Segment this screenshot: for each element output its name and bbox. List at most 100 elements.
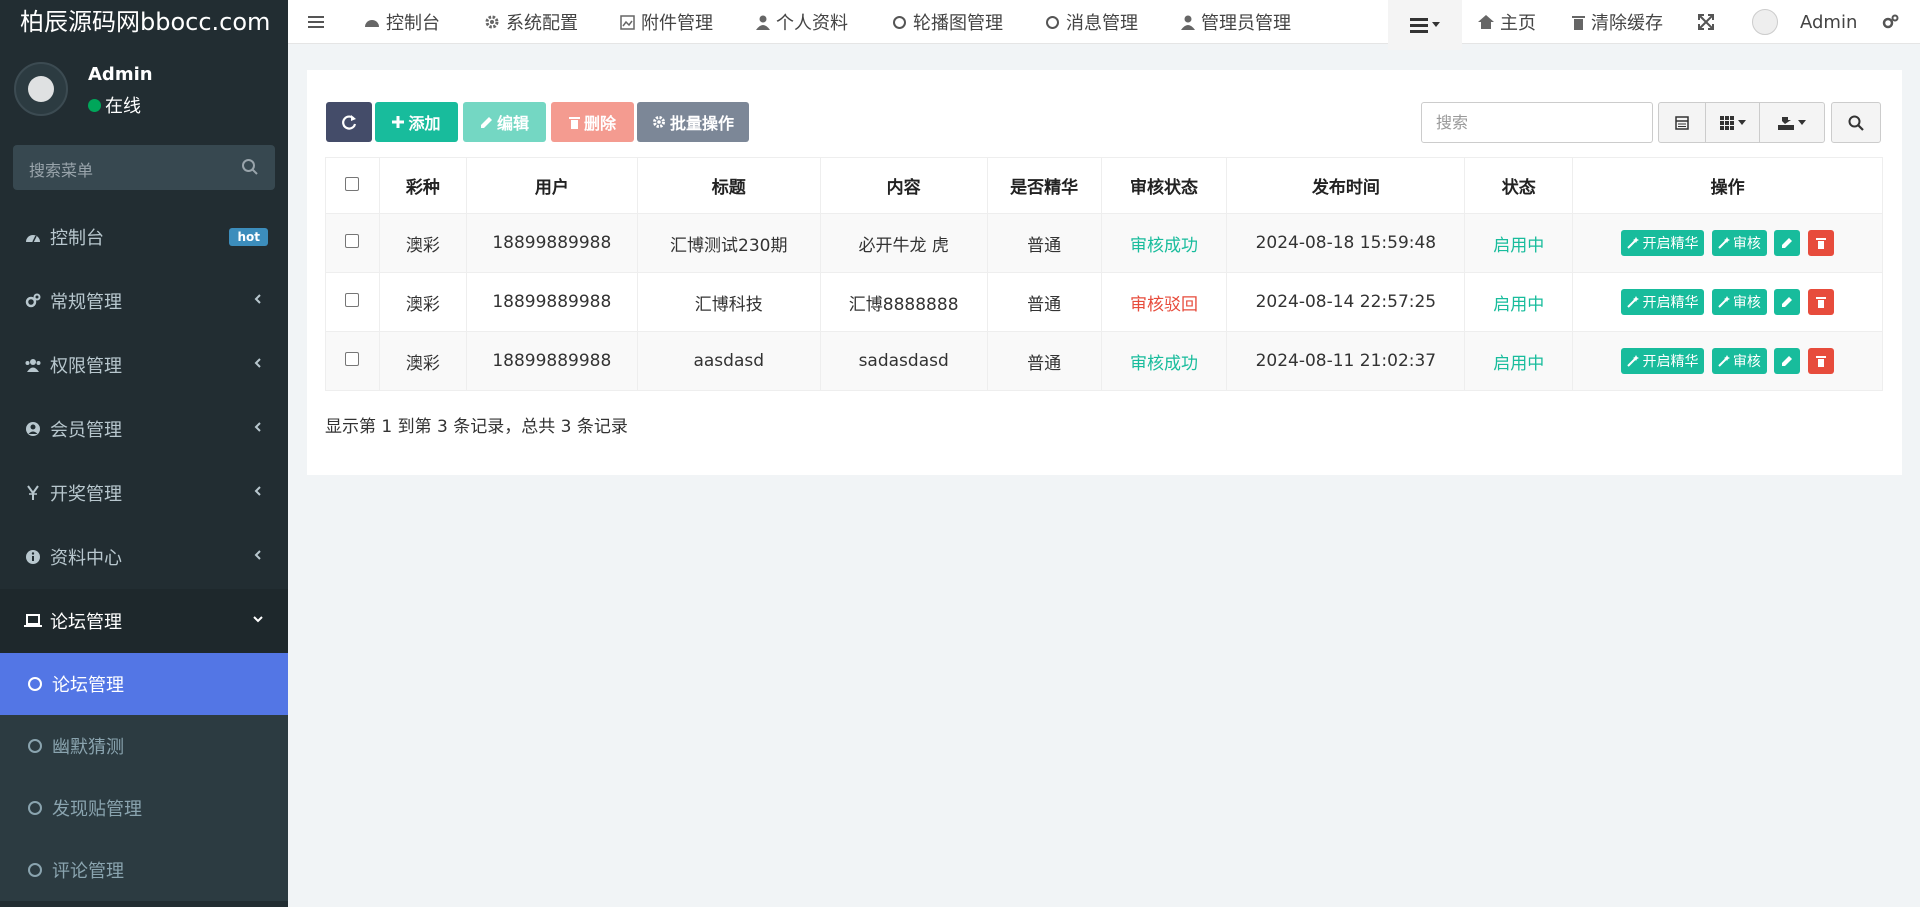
sidebar-item-permissions[interactable]: 权限管理 xyxy=(0,333,288,397)
laptop-icon xyxy=(22,611,44,631)
sidebar-item-label: 控制台 xyxy=(50,228,104,249)
tab-carousel[interactable]: 轮播图管理 xyxy=(892,0,1003,44)
trash-icon xyxy=(1815,297,1826,308)
search-icon[interactable] xyxy=(241,158,259,176)
sidebar-subitem-forum-manage[interactable]: 论坛管理 xyxy=(0,653,288,715)
gear-icon xyxy=(652,116,665,128)
row-checkbox[interactable] xyxy=(345,352,360,366)
row-delete-button[interactable] xyxy=(1807,289,1834,315)
table-row[interactable]: 澳彩 18899889988 汇博科技 汇博8888888 普通 审核驳回 20… xyxy=(325,272,1883,332)
toggle-view-button[interactable] xyxy=(1658,102,1706,143)
column-header[interactable]: 用户 xyxy=(466,157,638,214)
enable-essence-label: 开启精华 xyxy=(1642,295,1699,311)
bars-icon[interactable] xyxy=(308,15,324,29)
row-delete-button[interactable] xyxy=(1807,230,1834,256)
row-edit-button[interactable] xyxy=(1774,348,1801,374)
select-all-checkbox[interactable] xyxy=(345,176,360,191)
row-edit-button[interactable] xyxy=(1774,230,1801,256)
admin-user-menu[interactable]: Admin xyxy=(1752,0,1857,44)
circle-icon xyxy=(893,15,906,29)
edit-button[interactable]: 编辑 xyxy=(463,102,546,142)
review-button[interactable]: 审核 xyxy=(1711,230,1767,256)
sidebar-item-general[interactable]: 常规管理 xyxy=(0,269,288,333)
sidebar-subitem-label: 发现贴管理 xyxy=(52,799,142,820)
row-checkbox[interactable] xyxy=(345,234,360,248)
menu-search-placeholder: 搜索菜单 xyxy=(29,161,94,180)
review-button[interactable]: 审核 xyxy=(1711,289,1767,315)
table-search-input[interactable]: 搜索 xyxy=(1421,102,1653,143)
enable-essence-button[interactable]: 开启精华 xyxy=(1621,289,1705,315)
delete-button[interactable]: 删除 xyxy=(551,102,634,142)
tab-admins[interactable]: 管理员管理 xyxy=(1181,0,1291,44)
sidebar-item-label: 会员管理 xyxy=(50,420,122,441)
tab-dashboard[interactable]: 控制台 xyxy=(364,0,440,44)
refresh-icon xyxy=(342,115,357,130)
top-navbar: 控制台 系统配置 附件管理 个人资料 轮播图管理 消息管理 管理员管理 主页 清… xyxy=(288,0,1920,50)
tab-label: 附件管理 xyxy=(641,13,713,34)
table-row[interactable]: 澳彩 18899889988 aasdasd sadasdasd 普通 审核成功… xyxy=(325,331,1883,391)
clear-cache-button[interactable]: 清除缓存 xyxy=(1572,0,1663,44)
table-view-icon xyxy=(1675,115,1689,130)
sidebar-subitem-discover-posts[interactable]: 发现贴管理 xyxy=(0,777,288,839)
sidebar-item-dashboard[interactable]: 控制台 hot xyxy=(0,205,288,269)
column-header[interactable]: 状态 xyxy=(1464,157,1574,214)
cell-content: sadasdasd xyxy=(820,331,988,391)
sidebar-item-members[interactable]: 会员管理 xyxy=(0,397,288,461)
cell-user: 18899889988 xyxy=(466,213,638,273)
image-icon xyxy=(620,14,635,30)
column-header[interactable]: 是否精华 xyxy=(987,157,1102,214)
sidebar-item-label: 资料中心 xyxy=(50,548,122,569)
tab-profile[interactable]: 个人资料 xyxy=(756,0,848,44)
sidebar-subitem-comments[interactable]: 评论管理 xyxy=(0,839,288,901)
list-icon xyxy=(1410,17,1428,33)
table-row[interactable]: 澳彩 18899889988 汇博测试230期 必开牛龙 虎 普通 审核成功 2… xyxy=(325,213,1883,273)
review-label: 审核 xyxy=(1732,295,1761,311)
forum-table: 彩种 用户 标题 内容 是否精华 审核状态 发布时间 状态 操作 澳彩 1889… xyxy=(325,157,1883,391)
caret-down-icon xyxy=(1798,119,1806,125)
cell-status[interactable]: 启用中 xyxy=(1464,331,1574,391)
cell-user: 18899889988 xyxy=(466,331,638,391)
column-header[interactable]: 发布时间 xyxy=(1226,157,1466,214)
row-edit-button[interactable] xyxy=(1774,289,1801,315)
cell-status[interactable]: 启用中 xyxy=(1464,213,1574,273)
fullscreen-button[interactable] xyxy=(1698,0,1714,44)
enable-essence-button[interactable]: 开启精华 xyxy=(1621,348,1705,374)
search-button[interactable] xyxy=(1831,102,1881,143)
row-checkbox[interactable] xyxy=(345,293,360,307)
sidebar-item-info-center[interactable]: 资料中心 xyxy=(0,525,288,589)
columns-dropdown-button[interactable] xyxy=(1705,102,1760,143)
avatar xyxy=(14,62,68,116)
settings-button[interactable] xyxy=(1882,0,1900,44)
tab-attachments[interactable]: 附件管理 xyxy=(620,0,713,44)
column-header[interactable]: 内容 xyxy=(820,157,988,214)
cell-actions: 开启精华 审核 xyxy=(1573,273,1883,332)
sidebar-toggle[interactable] xyxy=(308,0,324,44)
batch-operation-button[interactable]: 批量操作 xyxy=(637,102,749,142)
column-header[interactable]: 操作 xyxy=(1573,158,1883,214)
export-dropdown-button[interactable] xyxy=(1759,102,1825,143)
sidebar-item-label: 常规管理 xyxy=(50,292,122,313)
brand-logo[interactable]: 柏辰源码网bbocc.com xyxy=(0,0,288,44)
enable-essence-button[interactable]: 开启精华 xyxy=(1621,230,1705,256)
chevron-left-icon xyxy=(254,550,261,560)
refresh-button[interactable] xyxy=(326,102,372,142)
column-header[interactable]: 标题 xyxy=(637,157,821,214)
home-link[interactable]: 主页 xyxy=(1478,0,1536,44)
sidebar-item-forum[interactable]: 论坛管理 xyxy=(0,589,288,653)
sidebar-item-lottery[interactable]: 开奖管理 xyxy=(0,461,288,525)
tabs-dropdown-button[interactable] xyxy=(1388,0,1462,50)
sidebar-item-label: 权限管理 xyxy=(50,356,122,377)
tab-messages[interactable]: 消息管理 xyxy=(1045,0,1138,44)
circle-icon xyxy=(28,863,42,877)
column-header[interactable]: 审核状态 xyxy=(1101,157,1228,214)
row-delete-button[interactable] xyxy=(1807,348,1834,374)
avatar xyxy=(1752,9,1778,35)
review-button[interactable]: 审核 xyxy=(1711,348,1767,374)
tab-system-config[interactable]: 系统配置 xyxy=(484,0,578,44)
hot-badge: hot xyxy=(229,228,268,246)
add-button[interactable]: 添加 xyxy=(375,102,458,142)
cell-status[interactable]: 启用中 xyxy=(1464,272,1574,332)
column-header[interactable]: 彩种 xyxy=(379,157,467,214)
sidebar-subitem-humor-guess[interactable]: 幽默猜测 xyxy=(0,715,288,777)
menu-search-input[interactable]: 搜索菜单 xyxy=(13,145,275,190)
